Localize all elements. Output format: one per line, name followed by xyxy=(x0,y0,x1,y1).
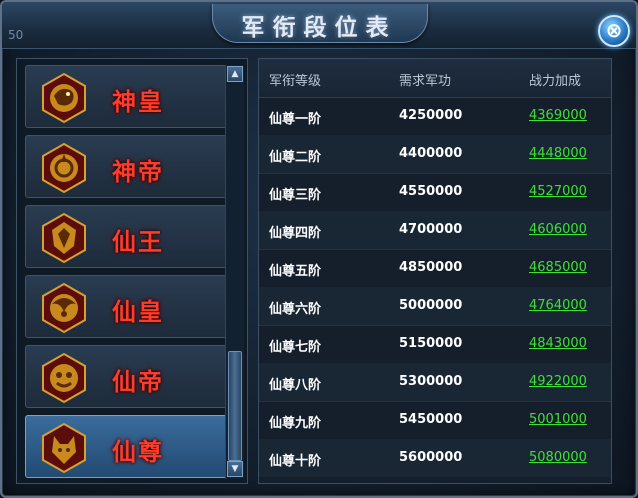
rank-level-cell: 仙尊六阶 xyxy=(269,302,322,317)
power-bonus-link[interactable]: 5080000 xyxy=(529,450,587,465)
table-header: 军衔等级 需求军功 战力加成 xyxy=(259,59,611,98)
rank-level-cell: 仙尊一阶 xyxy=(269,112,322,127)
rank-item-xianwang[interactable]: 仙王 xyxy=(25,205,227,268)
arrow-up-icon: ▲ xyxy=(231,69,239,79)
dragon-emblem-icon xyxy=(42,72,86,124)
power-bonus-link[interactable]: 4448000 xyxy=(529,146,587,161)
table-row: 仙尊二阶 4400000 4448000 xyxy=(259,135,611,174)
rank-name: 仙帝 xyxy=(112,367,164,396)
rank-item-shenhuang[interactable]: 神皇 xyxy=(25,65,227,128)
rank-name: 神皇 xyxy=(112,87,164,116)
scroll-up-button[interactable]: ▲ xyxy=(227,66,243,82)
arrow-down-icon: ▼ xyxy=(231,464,239,474)
rank-level-cell: 仙尊八阶 xyxy=(269,378,322,393)
table-row: 仙尊三阶 4550000 4527000 xyxy=(259,173,611,212)
header-power-bonus: 战力加成 xyxy=(529,74,582,89)
scroll-down-button[interactable]: ▼ xyxy=(227,461,243,477)
power-bonus-link[interactable]: 4369000 xyxy=(529,108,587,123)
rank-name: 仙王 xyxy=(112,227,164,256)
close-button[interactable]: ⊗ xyxy=(598,15,630,47)
flame-emblem-icon xyxy=(42,142,86,194)
power-bonus-link[interactable]: 4685000 xyxy=(529,260,587,275)
power-bonus-link[interactable]: 4606000 xyxy=(529,222,587,237)
rank-level-cell: 仙尊七阶 xyxy=(269,340,322,355)
beast-emblem-icon xyxy=(42,352,86,404)
header-rank-level: 军衔等级 xyxy=(269,74,322,89)
power-bonus-link[interactable]: 5001000 xyxy=(529,412,587,427)
rank-item-xianzun[interactable]: 仙尊 xyxy=(25,415,227,478)
corner-number: 50 xyxy=(8,28,24,42)
required-merit-cell: 4700000 xyxy=(399,222,463,237)
rank-level-cell: 仙尊九阶 xyxy=(269,416,322,431)
rank-item-shendi[interactable]: 神帝 xyxy=(25,135,227,198)
table-row: 仙尊五阶 4850000 4685000 xyxy=(259,249,611,288)
rank-item-xianhuang[interactable]: 仙皇 xyxy=(25,275,227,338)
rank-table-window: 军衔段位表 50 ⊗ 神皇 神帝 仙王 仙皇 仙帝 仙尊 ▲ ▼ 军衔等级 需求… xyxy=(0,0,638,498)
rank-level-cell: 仙尊四阶 xyxy=(269,226,322,241)
required-merit-cell: 5450000 xyxy=(399,412,463,427)
power-bonus-link[interactable]: 4764000 xyxy=(529,298,587,313)
table-row: 仙尊六阶 5000000 4764000 xyxy=(259,287,611,326)
power-bonus-link[interactable]: 4843000 xyxy=(529,336,587,351)
phoenix-emblem-icon xyxy=(42,282,86,334)
header-required-merit: 需求军功 xyxy=(399,74,452,89)
table-row: 仙尊十阶 5600000 5080000 xyxy=(259,439,611,477)
rank-level-cell: 仙尊五阶 xyxy=(269,264,322,279)
table-row: 仙尊九阶 5450000 5001000 xyxy=(259,401,611,440)
required-merit-cell: 4550000 xyxy=(399,184,463,199)
required-merit-cell: 5600000 xyxy=(399,450,463,465)
rank-level-cell: 仙尊三阶 xyxy=(269,188,322,203)
table-row: 仙尊八阶 5300000 4922000 xyxy=(259,363,611,402)
required-merit-cell: 4400000 xyxy=(399,146,463,161)
rank-list-scrollbar[interactable]: ▲ ▼ xyxy=(225,65,244,479)
required-merit-cell: 5300000 xyxy=(399,374,463,389)
close-icon: ⊗ xyxy=(605,18,623,42)
required-merit-cell: 4250000 xyxy=(399,108,463,123)
power-bonus-link[interactable]: 4922000 xyxy=(529,374,587,389)
rank-name: 仙皇 xyxy=(112,297,164,326)
window-title: 军衔段位表 xyxy=(241,14,397,41)
required-merit-cell: 5000000 xyxy=(399,298,463,313)
table-row: 仙尊一阶 4250000 4369000 xyxy=(259,97,611,136)
rank-name: 神帝 xyxy=(112,157,164,186)
table-row: 仙尊四阶 4700000 4606000 xyxy=(259,211,611,250)
table-row: 仙尊七阶 5150000 4843000 xyxy=(259,325,611,364)
rank-level-cell: 仙尊二阶 xyxy=(269,150,322,165)
armor-emblem-icon xyxy=(42,212,86,264)
wolf-emblem-icon xyxy=(42,422,86,474)
scroll-thumb[interactable] xyxy=(228,351,242,461)
rank-list: 神皇 神帝 仙王 仙皇 仙帝 仙尊 ▲ ▼ xyxy=(16,58,248,484)
required-merit-cell: 5150000 xyxy=(399,336,463,351)
rank-detail-table: 军衔等级 需求军功 战力加成 仙尊一阶 4250000 4369000 仙尊二阶… xyxy=(258,58,612,484)
rank-level-cell: 仙尊十阶 xyxy=(269,454,322,469)
power-bonus-link[interactable]: 4527000 xyxy=(529,184,587,199)
rank-item-xiandi[interactable]: 仙帝 xyxy=(25,345,227,408)
required-merit-cell: 4850000 xyxy=(399,260,463,275)
rank-name: 仙尊 xyxy=(112,437,164,466)
